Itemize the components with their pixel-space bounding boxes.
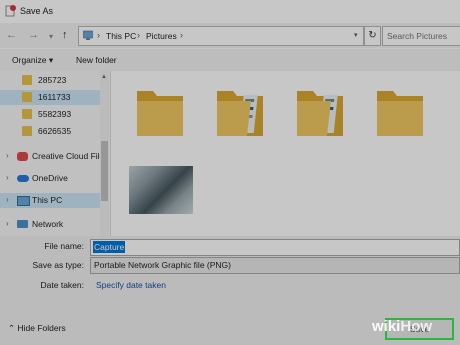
file-name-field[interactable]: Capture bbox=[90, 239, 460, 256]
address-dropdown-icon[interactable]: ▾ bbox=[354, 31, 358, 39]
file-name-value[interactable]: Capture bbox=[93, 241, 126, 253]
new-folder-button[interactable]: New folder bbox=[76, 55, 117, 65]
breadcrumb-pictures[interactable]: Pictures bbox=[146, 31, 177, 41]
folder-icon bbox=[22, 92, 32, 102]
breadcrumb-separator-icon: › bbox=[97, 30, 100, 40]
specify-date-taken-link[interactable]: Specify date taken bbox=[96, 280, 166, 290]
back-arrow-icon[interactable]: ← bbox=[6, 28, 17, 42]
sidebar-item-label: Network bbox=[32, 219, 64, 229]
date-taken-label: Date taken: bbox=[40, 280, 84, 290]
breadcrumb-separator-icon: › bbox=[180, 30, 183, 40]
search-box[interactable] bbox=[382, 26, 460, 46]
sidebar-item-1611733[interactable]: 1611733 bbox=[0, 90, 100, 105]
navigation-pane: 285723 1611733 5582393 6626535 › Creativ… bbox=[0, 71, 111, 236]
scroll-up-icon[interactable]: ▲ bbox=[101, 74, 107, 80]
folder-icon[interactable] bbox=[135, 83, 185, 139]
title-bar: Save As bbox=[0, 0, 460, 22]
sidebar-scroll-thumb[interactable] bbox=[101, 141, 108, 201]
sidebar-item-285723[interactable]: 285723 bbox=[0, 73, 100, 88]
expand-chevron-icon[interactable]: › bbox=[6, 151, 9, 160]
expand-chevron-icon[interactable]: › bbox=[6, 219, 9, 228]
up-arrow-icon[interactable]: ↑ bbox=[62, 28, 68, 42]
navigation-bar: ← → ▾ ↑ › This PC › Pictures › ▾ ↻ bbox=[0, 23, 460, 48]
breadcrumb-separator-icon: › bbox=[137, 30, 140, 40]
sidebar-item-onedrive[interactable]: › OneDrive bbox=[0, 171, 100, 186]
window-title: Save As bbox=[20, 6, 54, 16]
sidebar-item-label: This PC bbox=[32, 195, 63, 205]
refresh-button[interactable]: ↻ bbox=[364, 26, 381, 46]
sidebar-item-creative-cloud[interactable]: › Creative Cloud File bbox=[0, 149, 104, 164]
folder-with-photos-icon[interactable] bbox=[215, 83, 265, 139]
hide-folders-label: Hide Folders bbox=[17, 323, 66, 333]
save-as-type-select[interactable]: Portable Network Graphic file (PNG) bbox=[90, 257, 460, 274]
sidebar-item-6626535[interactable]: 6626535 bbox=[0, 124, 100, 139]
network-icon bbox=[17, 220, 28, 228]
recent-locations-chevron-icon[interactable]: ▾ bbox=[49, 30, 53, 44]
sidebar-item-label: 285723 bbox=[38, 75, 67, 85]
computer-icon bbox=[17, 196, 30, 206]
breadcrumb-this-pc[interactable]: This PC bbox=[106, 31, 136, 41]
expand-chevron-icon[interactable]: › bbox=[6, 195, 9, 204]
folder-with-photos-icon[interactable] bbox=[295, 83, 345, 139]
onedrive-icon bbox=[17, 175, 29, 182]
hide-folders-button[interactable]: ⌃ Hide Folders bbox=[8, 323, 66, 334]
save-as-type-label: Save as type: bbox=[32, 260, 84, 270]
save-details-panel: File name: Capture Save as type: Portabl… bbox=[0, 236, 460, 320]
save-as-icon bbox=[5, 5, 16, 17]
sidebar-item-label: 1611733 bbox=[38, 92, 71, 102]
wikihow-watermark: wikiHow bbox=[372, 318, 432, 335]
folder-icon bbox=[22, 75, 32, 85]
sidebar-item-label: 5582393 bbox=[38, 109, 72, 119]
sidebar-item-this-pc[interactable]: › This PC bbox=[0, 193, 100, 208]
file-name-label: File name: bbox=[44, 241, 84, 251]
image-thumbnail[interactable] bbox=[129, 166, 193, 214]
watermark-text-wiki: wiki bbox=[372, 318, 401, 335]
sidebar-item-5582393[interactable]: 5582393 bbox=[0, 107, 100, 122]
watermark-text-how: How bbox=[400, 318, 433, 335]
save-as-dialog: Save As ← → ▾ ↑ › This PC › Pictures › ▾… bbox=[0, 0, 460, 345]
expand-chevron-icon[interactable]: › bbox=[6, 173, 9, 182]
folder-icon bbox=[22, 109, 32, 119]
creative-cloud-icon bbox=[17, 152, 28, 161]
chevron-up-icon: ⌃ bbox=[8, 323, 16, 333]
save-as-type-value: Portable Network Graphic file (PNG) bbox=[94, 260, 231, 270]
sidebar-item-label: 6626535 bbox=[38, 126, 72, 136]
address-bar[interactable]: › This PC › Pictures › ▾ bbox=[78, 26, 364, 46]
file-view bbox=[111, 71, 460, 236]
search-input[interactable] bbox=[383, 27, 460, 45]
this-pc-icon bbox=[83, 30, 93, 40]
sidebar-item-label: Creative Cloud File bbox=[32, 151, 105, 161]
folder-icon[interactable] bbox=[375, 83, 425, 139]
sidebar-item-label: OneDrive bbox=[32, 173, 68, 183]
forward-arrow-icon[interactable]: → bbox=[28, 28, 39, 42]
folder-icon bbox=[22, 126, 32, 136]
organize-button[interactable]: Organize ▾ bbox=[12, 55, 53, 66]
command-toolbar: Organize ▾ New folder bbox=[0, 49, 460, 71]
sidebar-item-network[interactable]: › Network bbox=[0, 217, 100, 232]
